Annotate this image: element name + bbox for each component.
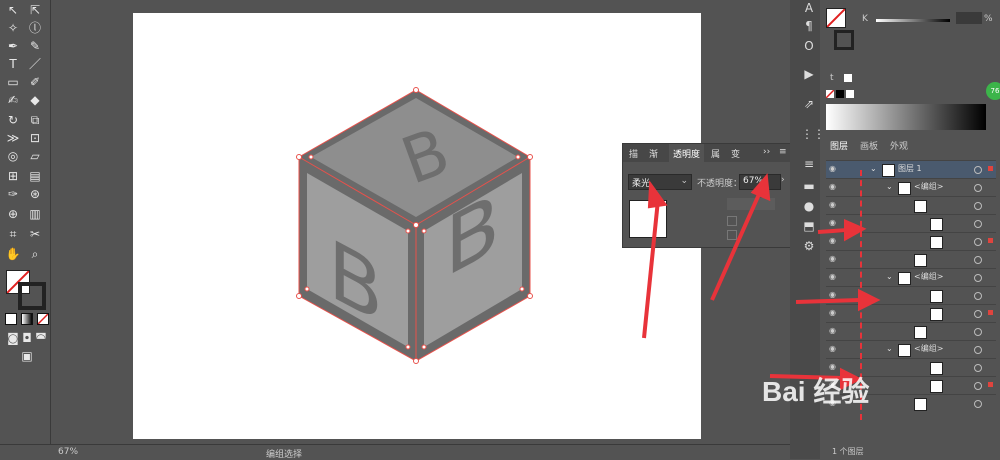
watermark: Bai 经验 (762, 376, 870, 407)
arrow-opacity (710, 191, 762, 301)
arrow-blend-mode (642, 199, 660, 339)
